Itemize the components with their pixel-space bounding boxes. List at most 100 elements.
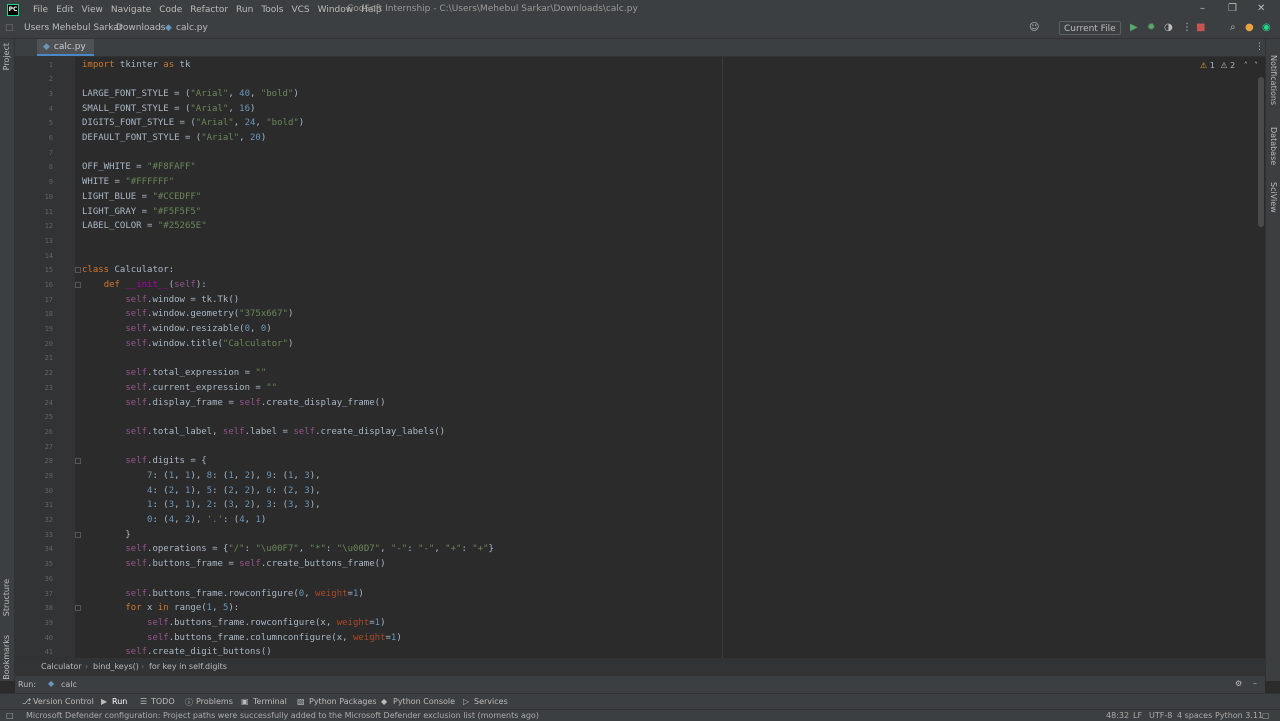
crumb-loop[interactable]: for key in self.digits [149,662,227,671]
file-encoding[interactable]: UTF-8 [1149,711,1172,720]
code-line[interactable]: LIGHT_BLUE = "#CCEDFF" [82,192,201,202]
tab-todo[interactable]: TODO [151,697,175,706]
menu-file[interactable]: File [29,5,52,15]
tab-services[interactable]: Services [474,697,508,706]
project-tool-tab[interactable]: Project [2,43,11,70]
database-tool-tab[interactable]: Database [1269,127,1278,165]
code-line[interactable]: self.total_label, self.label = self.crea… [82,427,445,437]
code-line[interactable]: 4: (2, 1), 5: (2, 2), 6: (2, 3), [82,486,321,496]
run-configuration-select[interactable]: Current File [1059,21,1121,35]
code-line[interactable]: self.buttons_frame.rowconfigure(x, weigh… [82,618,385,628]
code-line[interactable]: self.window.geometry("375x667") [82,309,293,319]
tab-python-console[interactable]: Python Console [393,697,455,706]
close-icon[interactable]: ✕ [1257,3,1265,14]
code-line[interactable]: LABEL_COLOR = "#25265E" [82,221,207,231]
code-line[interactable]: self.operations = {"/": "\u00F7", "*": "… [82,544,494,554]
code-line[interactable]: LARGE_FONT_STYLE = ("Arial", 40, "bold") [82,89,299,99]
updates-icon[interactable]: ● [1245,22,1254,33]
code-line[interactable]: DIGITS_FONT_STYLE = ("Arial", 24, "bold"… [82,118,304,128]
tab-problems[interactable]: Problems [196,697,233,706]
run-config-tab[interactable]: calc [61,680,77,689]
fold-marker-icon[interactable] [75,282,81,288]
code-line[interactable]: self.window = tk.Tk() [82,295,239,305]
code-line[interactable]: self.buttons_frame.columnconfigure(x, we… [82,633,402,643]
menu-tools[interactable]: Tools [257,5,287,15]
code-line[interactable]: self.buttons_frame = self.create_buttons… [82,559,385,569]
code-line[interactable]: 7: (1, 1), 8: (1, 2), 9: (1, 3), [82,471,321,481]
line-separator[interactable]: LF [1133,711,1142,720]
menu-navigate[interactable]: Navigate [107,5,155,15]
code-line[interactable]: } [82,530,130,540]
code-line[interactable]: self.digits = { [82,456,206,466]
indent-setting[interactable]: 4 spaces [1177,711,1212,720]
tab-run[interactable]: Run [112,697,127,706]
line-number: 24 [44,399,53,407]
tab-terminal[interactable]: Terminal [253,697,287,706]
more-tabs-icon[interactable]: ⋮ [1255,42,1264,52]
code-line[interactable]: self.total_expression = "" [82,368,266,378]
crumb-class[interactable]: Calculator [41,662,82,671]
menu-refactor[interactable]: Refactor [186,5,232,15]
breadcrumb-file[interactable]: calc.py [176,23,208,33]
code-line[interactable]: for x in range(1, 5): [82,603,239,613]
tab-python-packages[interactable]: Python Packages [309,697,377,706]
menu-vcs[interactable]: VCS [287,5,313,15]
bookmarks-tool-tab[interactable]: Bookmarks [2,635,11,680]
code-line[interactable]: 0: (4, 2), '.': (4, 1) [82,515,266,525]
menu-run[interactable]: Run [232,5,257,15]
code-line[interactable]: OFF_WHITE = "#F8FAFF" [82,162,196,172]
code-line[interactable]: self.current_expression = "" [82,383,277,393]
code-line[interactable]: self.create_digit_buttons() [82,647,271,657]
fold-marker-icon[interactable] [75,605,81,611]
caret-position[interactable]: 48:32 [1106,711,1129,720]
code-line[interactable]: SMALL_FONT_STYLE = ("Arial", 16) [82,104,255,114]
line-number: 11 [44,208,53,216]
editor-scrollbar[interactable] [1257,57,1265,658]
line-number: 35 [44,560,53,568]
code-line[interactable]: def __init__(self): [82,280,207,290]
fold-marker-icon[interactable] [75,532,81,538]
lock-icon[interactable]: ▢ [1262,711,1270,720]
scrollbar-thumb[interactable] [1258,77,1264,227]
inspection-widget[interactable]: ⚠ 1 ⚠ 2 ˄ ˅ [1200,61,1258,70]
structure-tool-tab[interactable]: Structure [2,579,11,616]
menu-code[interactable]: Code [155,5,186,15]
fold-marker-icon[interactable] [75,458,81,464]
code-line[interactable]: LIGHT_GRAY = "#F5F5F5" [82,207,201,217]
crumb-method[interactable]: bind_keys() [93,662,139,671]
search-icon[interactable]: ⌕ [1230,22,1236,33]
code-line[interactable]: self.buttons_frame.rowconfigure(0, weigh… [82,589,363,599]
gear-icon[interactable]: ⚙ [1235,679,1242,688]
code-line[interactable]: 1: (3, 1), 2: (3, 2), 3: (3, 3), [82,500,321,510]
run-icon[interactable]: ▶ [1130,22,1138,33]
tab-version-control[interactable]: Version Control [33,697,94,706]
menu-edit[interactable]: Edit [52,5,77,15]
stop-icon[interactable]: ■ [1196,22,1205,33]
minimize-icon[interactable]: – [1200,3,1205,14]
sciview-tool-tab[interactable]: SciView [1269,182,1278,213]
user-icon[interactable]: ☺ [1029,22,1039,33]
pycharm-logo-icon[interactable]: PC [7,3,19,16]
fold-marker-icon[interactable] [75,267,81,273]
status-toggle-icon[interactable]: □ [6,711,14,720]
notifications-tool-tab[interactable]: Notifications [1269,55,1278,105]
tab-calc-py[interactable]: ◆ calc.py [37,39,94,56]
code-line[interactable]: WHITE = "#FFFFFF" [82,177,174,187]
coverage-icon[interactable]: ◑ [1164,22,1173,33]
plugins-icon[interactable]: ◉ [1262,22,1271,33]
python-interpreter[interactable]: Python 3.11 [1215,711,1263,720]
code-line[interactable]: self.window.title("Calculator") [82,339,293,349]
restore-icon[interactable]: ❐ [1228,3,1237,14]
code-line[interactable]: self.window.resizable(0, 0) [82,324,271,334]
more-run-icon[interactable]: ⋮ [1182,22,1192,33]
code-line[interactable]: class Calculator: [82,265,174,275]
status-message[interactable]: Microsoft Defender configuration: Projec… [26,711,539,720]
code-line[interactable]: DEFAULT_FONT_STYLE = ("Arial", 20) [82,133,266,143]
chevron-up-icon[interactable]: ˄ [1244,61,1248,70]
code-line[interactable]: self.display_frame = self.create_display… [82,398,385,408]
chevron-right-icon: › [85,662,89,671]
hide-panel-icon[interactable]: – [1253,679,1257,688]
menu-view[interactable]: View [78,5,107,15]
code-line[interactable]: import tkinter as tk [82,60,190,70]
debug-icon[interactable]: ✹ [1147,22,1155,33]
